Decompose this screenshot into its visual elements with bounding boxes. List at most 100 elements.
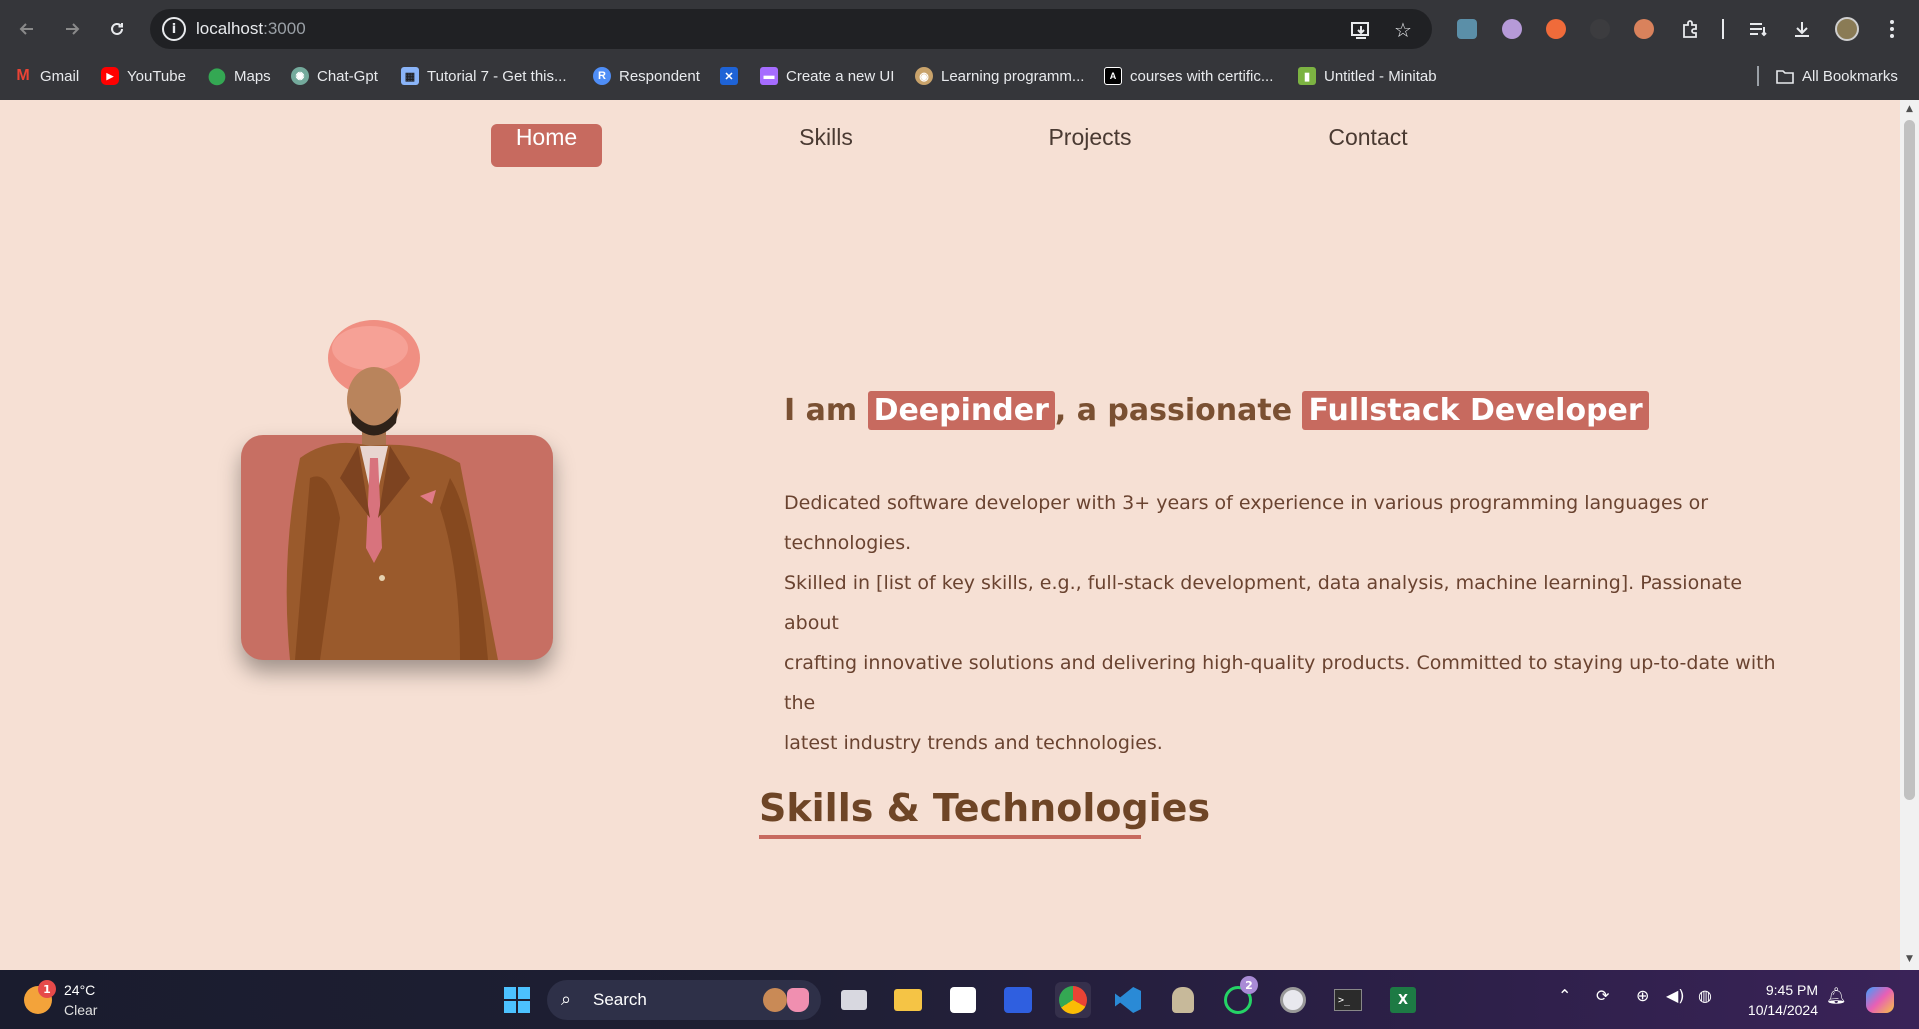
- bookmarks-bar: M Gmail ▶ YouTube ⬤ Maps ✺ Chat-Gpt ▦ Tutoria…: [0, 60, 1919, 92]
- scrollbar-thumb[interactable]: [1904, 120, 1915, 800]
- terminal-icon: >_: [1334, 989, 1362, 1011]
- bookmark-create-ui[interactable]: ▬ Create a new UI: [760, 64, 894, 88]
- tray-overflow-chevron-icon[interactable]: ⌃: [1558, 986, 1571, 1005]
- network-icon[interactable]: ◍: [1698, 986, 1712, 1005]
- terminal-button[interactable]: >_: [1330, 982, 1366, 1018]
- code-icon: A: [1104, 67, 1122, 85]
- forward-button[interactable]: [56, 13, 88, 45]
- portfolio-page: Home Skills Projects Contact I am Deepin…: [0, 100, 1900, 970]
- extension-fire-icon[interactable]: [1542, 15, 1570, 43]
- folder-icon: [1776, 70, 1794, 84]
- app-user-button[interactable]: [1165, 982, 1201, 1018]
- windows-taskbar: 1 24°C Clear ⌕ Search 2 >_ X ⌃ ⟳ ⊕ ◀) ◍ …: [0, 970, 1919, 1029]
- extension-cookie-icon[interactable]: [1630, 15, 1658, 43]
- butterfly-icon: ✕: [720, 67, 738, 85]
- bookmark-courses[interactable]: Acourses with certific...: [1104, 64, 1273, 88]
- scroll-up-arrow-icon[interactable]: ▲: [1904, 104, 1915, 114]
- nav-contact[interactable]: Contact: [1318, 124, 1418, 167]
- app-icon: [1004, 987, 1032, 1013]
- store-icon: [950, 987, 976, 1013]
- bookmark-maps[interactable]: ⬤ Maps: [208, 64, 271, 88]
- sync-icon[interactable]: ⟳: [1596, 986, 1609, 1005]
- bookmark-butterfly[interactable]: ✕: [720, 64, 738, 88]
- browser-menu-icon[interactable]: [1878, 15, 1906, 43]
- gmail-icon: M: [16, 67, 30, 84]
- bio-line: crafting innovative solutions and delive…: [784, 652, 1776, 714]
- extension-translate-icon[interactable]: [1453, 15, 1481, 43]
- whatsapp-button[interactable]: 2: [1220, 976, 1258, 1018]
- extension-circle-icon[interactable]: [1498, 15, 1526, 43]
- clock-time: 9:45 PM: [1765, 982, 1818, 998]
- url-text[interactable]: localhost:3000: [196, 19, 306, 39]
- arrow-right-icon: [66, 23, 80, 35]
- bookmark-respondent[interactable]: R Respondent: [593, 64, 700, 88]
- bookmark-chatgpt[interactable]: ✺ Chat-Gpt: [291, 64, 378, 88]
- copilot-icon: [1866, 987, 1894, 1013]
- scroll-down-arrow-icon[interactable]: ▼: [1904, 954, 1915, 964]
- install-app-icon[interactable]: [1348, 17, 1374, 43]
- nav-projects[interactable]: Projects: [1040, 124, 1140, 167]
- bookmarks-divider: [1757, 66, 1759, 86]
- address-bar[interactable]: i localhost:3000 ☆: [150, 9, 1432, 49]
- nav-skills[interactable]: Skills: [780, 124, 872, 167]
- ui-icon: ▬: [760, 67, 778, 85]
- toolbar-divider: [1722, 19, 1724, 39]
- notification-bell-icon[interactable]: 🔔︎: [1826, 986, 1846, 1005]
- minitab-icon: ▮: [1298, 67, 1316, 85]
- taskbar-search[interactable]: ⌕ Search: [547, 980, 821, 1020]
- bookmark-youtube[interactable]: ▶ YouTube: [101, 64, 186, 88]
- all-bookmarks-button[interactable]: All Bookmarks: [1776, 64, 1898, 88]
- profile-avatar[interactable]: [1833, 15, 1861, 43]
- clock-icon: [1280, 987, 1306, 1013]
- vscode-icon: [1115, 987, 1141, 1013]
- clock-app-button[interactable]: [1275, 982, 1311, 1018]
- extension-dark-icon[interactable]: [1586, 15, 1614, 43]
- cookie-icon: [763, 988, 787, 1012]
- bookmark-learning[interactable]: ◉ Learning programm...: [915, 64, 1084, 88]
- bookmark-minitab[interactable]: ▮ Untitled - Minitab: [1298, 64, 1437, 88]
- search-label: Search: [593, 990, 647, 1009]
- system-clock[interactable]: 9:45 PM 10/14/2024: [1736, 980, 1818, 1020]
- copilot-button[interactable]: [1862, 982, 1898, 1018]
- vscode-button[interactable]: [1110, 982, 1146, 1018]
- file-explorer-button[interactable]: [890, 982, 926, 1018]
- weather-widget[interactable]: 1 24°C Clear: [22, 978, 112, 1022]
- back-button[interactable]: [11, 13, 43, 45]
- bio-line: Dedicated software developer with 3+ yea…: [784, 492, 1709, 554]
- windows-logo-icon: [504, 987, 530, 1013]
- start-button[interactable]: [499, 982, 535, 1018]
- task-view-button[interactable]: [836, 982, 872, 1018]
- bookmark-star-icon[interactable]: ☆: [1390, 17, 1416, 43]
- page-scrollbar[interactable]: ▲ ▼: [1900, 100, 1919, 970]
- language-globe-icon[interactable]: ⊕: [1636, 986, 1649, 1005]
- app-button[interactable]: [1000, 982, 1036, 1018]
- highlight-name: Deepinder: [867, 391, 1055, 430]
- headline-middle: , a passionate: [1054, 393, 1303, 428]
- excel-button[interactable]: X: [1385, 982, 1421, 1018]
- bookmark-label: Tutorial 7 - Get this...: [427, 67, 567, 85]
- bookmark-label: Create a new UI: [786, 67, 895, 85]
- respondent-icon: R: [593, 67, 611, 85]
- highlight-role: Fullstack Developer: [1302, 391, 1649, 430]
- youtube-icon: ▶: [101, 67, 119, 85]
- bookmark-gmail[interactable]: M Gmail: [14, 64, 79, 88]
- skills-title-underline: [759, 835, 1141, 839]
- bookmark-tutorial[interactable]: ▦ Tutorial 7 - Get this...: [401, 64, 567, 88]
- bookmark-label: YouTube: [127, 67, 186, 85]
- bookmark-label: Gmail: [40, 67, 80, 85]
- all-bookmarks-label: All Bookmarks: [1802, 67, 1898, 85]
- site-info-icon[interactable]: i: [162, 17, 186, 41]
- weather-condition: Clear: [64, 1002, 98, 1018]
- microsoft-store-button[interactable]: [945, 982, 981, 1018]
- nav-home[interactable]: Home: [491, 124, 602, 167]
- clock-date: 10/14/2024: [1747, 1002, 1818, 1018]
- chrome-button[interactable]: [1055, 982, 1091, 1018]
- reload-button[interactable]: [101, 13, 133, 45]
- extensions-puzzle-icon[interactable]: [1676, 15, 1704, 43]
- downloads-icon[interactable]: [1788, 15, 1816, 43]
- reading-list-icon[interactable]: [1744, 15, 1772, 43]
- volume-icon[interactable]: ◀): [1666, 986, 1685, 1005]
- hero-headline: I am Deepinder, a passionate Fullstack D…: [784, 391, 1649, 430]
- bookmark-label: Respondent: [619, 67, 700, 85]
- url-host: localhost: [196, 19, 264, 38]
